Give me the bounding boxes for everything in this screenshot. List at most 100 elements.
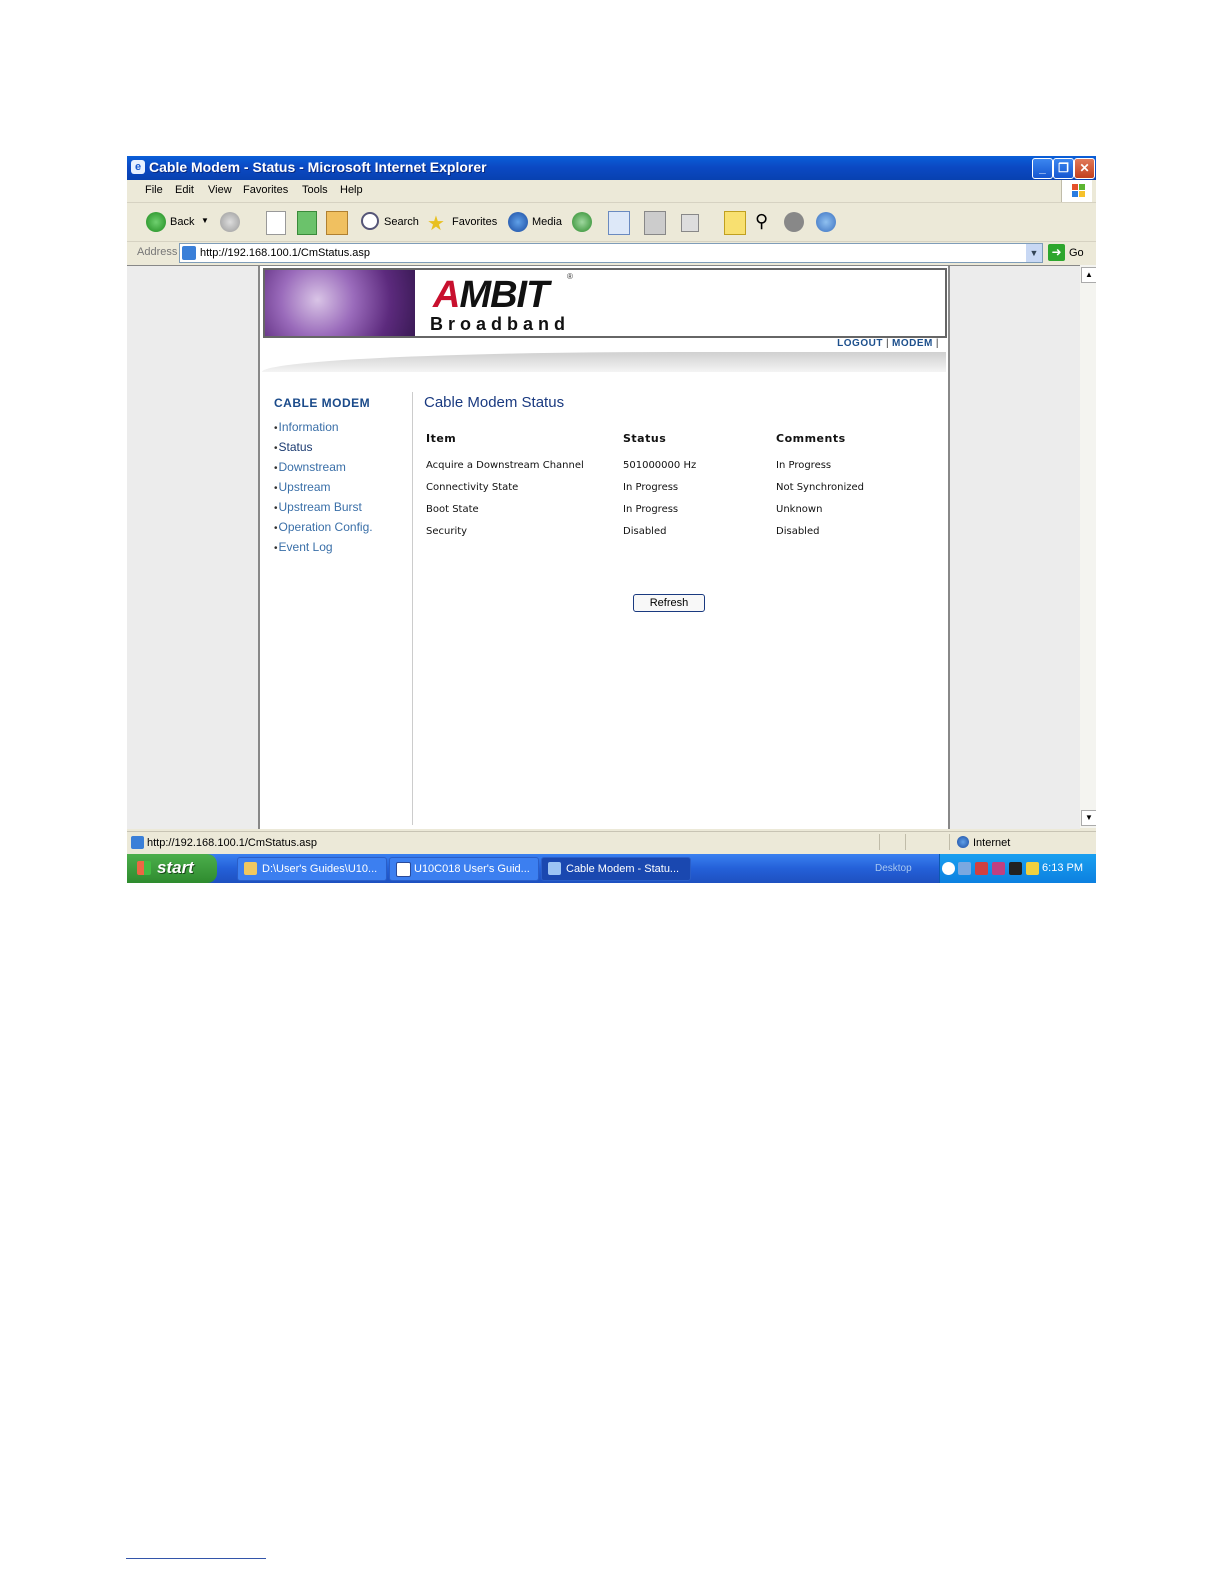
- address-input[interactable]: http://192.168.100.1/CmStatus.asp ▼: [179, 243, 1043, 263]
- scroll-down-icon[interactable]: ▼: [1081, 810, 1096, 826]
- task-ie[interactable]: Cable Modem - Statu...: [541, 857, 691, 881]
- nav-item-event-log[interactable]: •Event Log: [274, 540, 414, 560]
- top-links: LOGOUT | MODEM |: [837, 338, 942, 349]
- edit-icon[interactable]: [681, 214, 699, 232]
- link-separator: |: [885, 338, 890, 349]
- back-arrow-icon[interactable]: [146, 212, 166, 232]
- nav-item-operation-config[interactable]: •Operation Config.: [274, 520, 414, 540]
- favorites-button[interactable]: Favorites: [452, 216, 497, 228]
- menu-edit[interactable]: Edit: [175, 184, 194, 196]
- restore-button[interactable]: ❐: [1053, 158, 1074, 179]
- address-url[interactable]: http://192.168.100.1/CmStatus.asp: [200, 247, 370, 259]
- back-button[interactable]: Back: [170, 216, 194, 228]
- link-separator: |: [935, 338, 939, 349]
- ambit-banner: AMBIT ® Broadband: [263, 268, 947, 338]
- row-item: Boot State: [426, 503, 479, 515]
- task-explorer[interactable]: D:\User's Guides\U10...: [237, 857, 387, 881]
- refresh-button[interactable]: Refresh: [633, 594, 705, 612]
- table-row: Acquire a Downstream Channel 501000000 H…: [426, 459, 936, 481]
- page-icon: [131, 836, 144, 849]
- row-comment: Disabled: [776, 525, 820, 537]
- registered-mark: ®: [567, 272, 573, 281]
- table-row: Boot State In Progress Unknown: [426, 503, 936, 525]
- back-dropdown-icon[interactable]: ▼: [201, 216, 209, 225]
- minimize-button[interactable]: _: [1032, 158, 1053, 179]
- menu-view[interactable]: View: [208, 184, 232, 196]
- forward-arrow-icon[interactable]: [220, 212, 240, 232]
- header-swoosh: [262, 352, 946, 372]
- start-label: start: [157, 858, 194, 877]
- nav-item-downstream[interactable]: •Downstream: [274, 460, 414, 480]
- home-icon[interactable]: [326, 211, 348, 235]
- contacts-icon[interactable]: [816, 212, 836, 232]
- tray-app-icon[interactable]: [992, 862, 1005, 875]
- history-icon[interactable]: [572, 212, 592, 232]
- scroll-up-icon[interactable]: ▲: [1081, 267, 1096, 283]
- task-word[interactable]: U10C018 User's Guid...: [389, 857, 539, 881]
- status-table: Item Status Comments Acquire a Downstrea…: [426, 432, 936, 547]
- menu-favorites[interactable]: Favorites: [243, 184, 288, 196]
- antivirus-icon[interactable]: [975, 862, 988, 875]
- toolbar: Back ▼ Search ★ Favorites Media ⚲: [127, 203, 1096, 242]
- page-title: Cable Modem Status: [424, 394, 565, 411]
- page-viewport: AMBIT ® Broadband LOGOUT | MODEM | CABLE MO…: [127, 265, 1080, 829]
- media-icon[interactable]: [508, 212, 528, 232]
- nav-item-information[interactable]: •Information: [274, 420, 414, 440]
- start-button[interactable]: start: [127, 854, 217, 883]
- row-item: Security: [426, 525, 468, 537]
- status-content: Cable Modem Status Item Status Comments …: [424, 394, 940, 612]
- mail-icon[interactable]: [608, 211, 630, 235]
- nav-item-upstream[interactable]: •Upstream: [274, 480, 414, 500]
- internet-globe-icon: [957, 836, 969, 848]
- broadband-logo-text: Broadband: [430, 314, 571, 334]
- column-header-status: Status: [623, 432, 667, 445]
- search-icon[interactable]: [361, 212, 379, 230]
- taskbar: start D:\User's Guides\U10... U10C018 Us…: [127, 854, 1096, 883]
- menu-file[interactable]: File: [145, 184, 163, 196]
- vertical-scrollbar[interactable]: ▲ ▼: [1080, 265, 1096, 828]
- modem-link[interactable]: MODEM: [892, 338, 933, 349]
- status-divider: [949, 834, 950, 850]
- status-bar: http://192.168.100.1/CmStatus.asp Intern…: [127, 831, 1096, 854]
- title-bar: e Cable Modem - Status - Microsoft Inter…: [127, 156, 1096, 180]
- print-icon[interactable]: [644, 211, 666, 235]
- menu-tools[interactable]: Tools: [302, 184, 328, 196]
- nav-item-status[interactable]: •Status: [274, 440, 414, 460]
- row-status: In Progress: [623, 481, 679, 493]
- menu-help[interactable]: Help: [340, 184, 363, 196]
- go-arrow-icon[interactable]: ➜: [1048, 244, 1065, 261]
- go-button[interactable]: Go: [1069, 247, 1084, 259]
- document-footnote-rule: [126, 1558, 266, 1559]
- discuss-icon[interactable]: [784, 212, 804, 232]
- status-divider: [905, 834, 906, 850]
- address-dropdown-icon[interactable]: ▼: [1026, 244, 1042, 262]
- sidebar-nav: CABLE MODEM •Information •Status •Downst…: [274, 396, 414, 560]
- row-item: Connectivity State: [426, 481, 519, 493]
- logout-link[interactable]: LOGOUT: [837, 338, 883, 349]
- tray-3com-icon[interactable]: [1009, 862, 1022, 875]
- close-button[interactable]: ✕: [1074, 158, 1095, 179]
- clock: 6:13 PM: [1042, 862, 1083, 874]
- row-comment: Unknown: [776, 503, 823, 515]
- search-button[interactable]: Search: [384, 216, 419, 228]
- note-icon[interactable]: [724, 211, 746, 235]
- windows-logo-icon: [1061, 180, 1092, 202]
- tray-monitor-icon[interactable]: [1026, 862, 1039, 875]
- nav-item-upstream-burst[interactable]: •Upstream Burst: [274, 500, 414, 520]
- desktop-toolbar[interactable]: Desktop: [875, 863, 912, 874]
- refresh-icon[interactable]: [297, 211, 317, 235]
- tray-expand-icon[interactable]: [942, 862, 955, 875]
- nav-heading: CABLE MODEM: [274, 396, 371, 410]
- page-icon: [182, 246, 196, 260]
- globe-image: [265, 270, 415, 336]
- network-icon[interactable]: [958, 862, 971, 875]
- messenger-person-icon[interactable]: ⚲: [755, 211, 768, 232]
- favorites-star-icon[interactable]: ★: [427, 211, 445, 236]
- media-button[interactable]: Media: [532, 216, 562, 228]
- row-status: In Progress: [623, 503, 679, 515]
- stop-icon[interactable]: [266, 211, 286, 235]
- word-icon: [396, 862, 411, 877]
- row-status: 501000000 Hz: [623, 459, 697, 471]
- folder-icon: [244, 862, 257, 875]
- row-comment: In Progress: [776, 459, 832, 471]
